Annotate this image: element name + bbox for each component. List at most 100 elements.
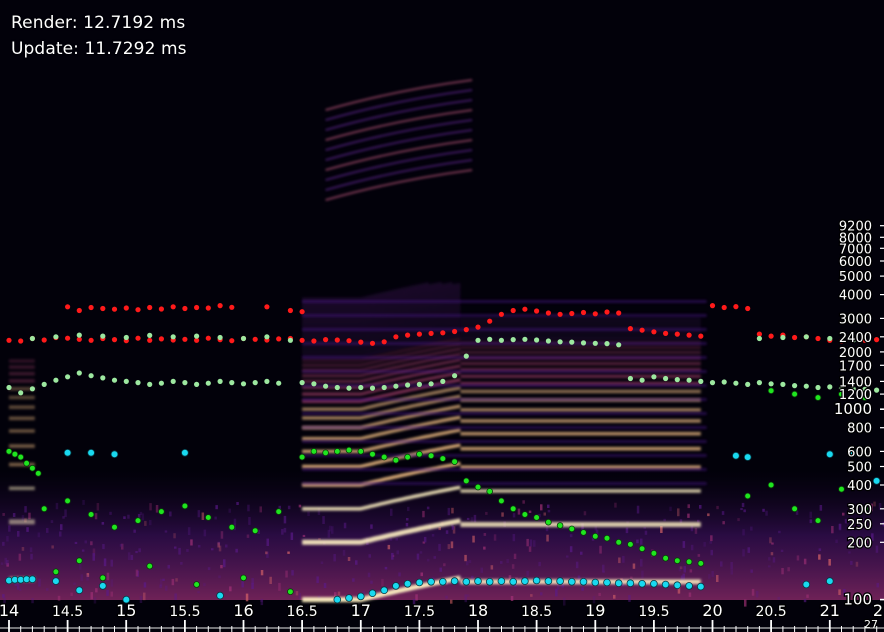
data-point-red [311, 338, 317, 344]
noise-speckle [144, 520, 147, 526]
noise-speckle [873, 501, 876, 507]
data-point-cyan [415, 578, 424, 587]
noise-speckle [538, 561, 541, 567]
data-point-cyan [825, 450, 834, 459]
noise-speckle [103, 558, 107, 567]
noise-speckle [778, 530, 781, 534]
noise-speckle [130, 554, 134, 560]
data-point-lightgreen [100, 375, 106, 381]
data-point-lightgreen [463, 353, 469, 359]
noise-speckle [190, 539, 193, 546]
noise-speckle [781, 568, 784, 575]
noise-speckle [688, 592, 692, 597]
data-point-lightgreen [756, 380, 763, 386]
noise-speckle [127, 552, 131, 561]
noise-speckle [86, 574, 89, 581]
x-edge-label: 2 [873, 601, 883, 620]
noise-speckle [28, 512, 31, 520]
data-point-lightgreen [194, 381, 200, 387]
x-tick-label: 15 [116, 601, 136, 620]
noise-speckle [398, 572, 401, 577]
x-tick-label: 14 [0, 601, 19, 620]
data-point-red [299, 309, 305, 315]
x-tick-label: 17 [351, 601, 371, 620]
data-point-lightgreen [123, 378, 129, 384]
spectrogram-chart[interactable]: 1002002503004005006008001000120014001700… [0, 0, 884, 632]
y-tick-label: 2000 [839, 346, 872, 361]
noise-speckle [174, 546, 177, 549]
data-point-cyan [438, 577, 447, 586]
data-point-green [17, 453, 25, 461]
time-axis[interactable]: 14 14.5 15 15.5 16 16.5 17 17.5 18 18.5 19 19.5 20 20… [0, 600, 884, 632]
noise-speckle [291, 570, 294, 576]
noise-speckle [149, 503, 152, 511]
noise-speckle [697, 554, 701, 557]
noise-speckle [641, 570, 644, 579]
noise-speckle [102, 544, 105, 550]
data-point-green [814, 394, 822, 401]
midband-stripe [302, 300, 707, 303]
data-point-red [745, 305, 751, 312]
noise-speckle [298, 504, 302, 508]
noise-speckle [406, 518, 409, 521]
noise-speckle [445, 595, 448, 599]
data-point-lightgreen [182, 380, 188, 386]
data-point-red [158, 306, 164, 312]
noise-speckle [687, 504, 690, 509]
data-point-lightgreen [557, 339, 563, 345]
noise-speckle [6, 559, 9, 566]
data-point-cyan [556, 577, 564, 585]
noise-speckle [483, 546, 486, 550]
noise-speckle [485, 511, 488, 515]
data-point-lightgreen [264, 334, 270, 340]
noise-speckle [431, 534, 435, 537]
noise-speckle [447, 544, 451, 550]
noise-speckle [285, 570, 288, 578]
data-point-red [545, 310, 552, 316]
noise-speckle [389, 537, 393, 541]
noise-speckle [721, 511, 725, 515]
noise-speckle [787, 567, 790, 572]
data-point-cyan [99, 582, 107, 590]
data-point-green [111, 523, 118, 531]
data-point-lightgreen [416, 381, 422, 387]
noise-speckle [24, 506, 27, 513]
noise-speckle [197, 510, 201, 518]
data-point-lightgreen [170, 334, 176, 340]
noise-speckle [796, 555, 800, 561]
noise-speckle [751, 588, 755, 596]
data-point-red [276, 336, 282, 342]
data-point-lightgreen [287, 337, 293, 343]
data-point-lightgreen [803, 334, 809, 340]
data-point-red [522, 306, 528, 312]
noise-speckle [251, 582, 254, 589]
noise-speckle [855, 561, 859, 567]
noise-speckle [741, 502, 745, 508]
data-point-cyan [614, 579, 623, 587]
data-point-green [580, 529, 587, 536]
noise-speckle [540, 504, 543, 511]
noise-speckle [772, 557, 776, 563]
data-point-green [474, 483, 482, 491]
noise-speckle [540, 592, 543, 596]
noise-speckle [512, 534, 516, 542]
noise-speckle [167, 564, 170, 569]
data-point-green [205, 514, 212, 521]
noise-speckle [135, 569, 139, 577]
noise-speckle [422, 510, 425, 518]
data-point-green [427, 452, 435, 460]
noise-speckle [180, 562, 183, 565]
noise-speckle [109, 511, 112, 515]
noise-speckle [283, 515, 287, 524]
data-point-lightgreen [358, 384, 364, 391]
data-point-green [545, 518, 552, 526]
data-point-green [662, 554, 669, 562]
noise-speckle [119, 543, 123, 547]
noise-speckle [307, 511, 310, 517]
noise-speckle [2, 513, 5, 516]
y-tick-label: 300 [847, 503, 872, 518]
noise-speckle [614, 502, 617, 508]
noise-speckle [395, 538, 398, 541]
data-point-lightgreen [663, 375, 669, 382]
data-point-red [135, 335, 141, 341]
